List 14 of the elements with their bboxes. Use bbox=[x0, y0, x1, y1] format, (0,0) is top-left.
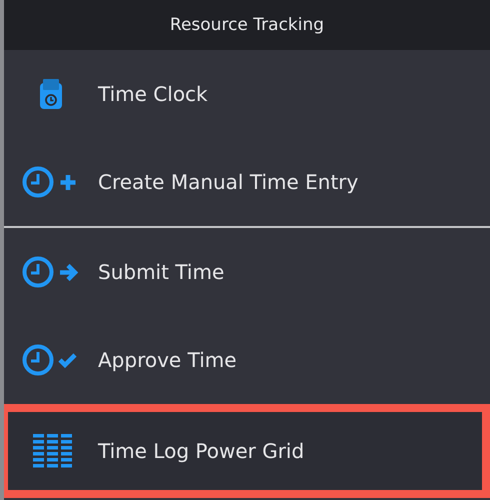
menu-item[interactable]: Approve Time bbox=[4, 316, 490, 404]
menu-item[interactable]: Create Manual Time Entry bbox=[4, 138, 490, 226]
menu-title: Resource Tracking bbox=[170, 15, 324, 35]
menu-item[interactable]: Time Log Power Grid bbox=[4, 404, 490, 498]
time-card-icon bbox=[40, 79, 62, 109]
menu-item[interactable]: Time Clock bbox=[4, 50, 490, 138]
clock-arrow-icon bbox=[22, 255, 80, 289]
menu-item-label: Create Manual Time Entry bbox=[98, 170, 358, 194]
grid-icon bbox=[33, 434, 73, 468]
menu-item[interactable]: Submit Time bbox=[4, 228, 490, 316]
menu-item-label: Time Clock bbox=[98, 82, 208, 106]
menu-item-label: Time Log Power Grid bbox=[98, 439, 304, 463]
menu-item-label: Approve Time bbox=[98, 348, 237, 372]
menu-item-label: Submit Time bbox=[98, 260, 224, 284]
